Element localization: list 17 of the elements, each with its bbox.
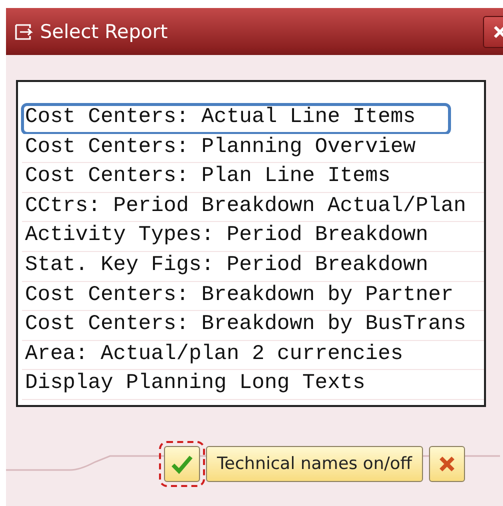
report-icon (14, 22, 34, 40)
report-item[interactable]: Display Planning Long Texts (22, 370, 484, 400)
report-item[interactable]: Cost Centers: Plan Line Items (22, 163, 484, 193)
close-icon (493, 24, 503, 38)
report-item[interactable]: Stat. Key Figs: Period Breakdown (22, 252, 484, 282)
cancel-icon (438, 455, 456, 473)
window-title: Select Report (40, 20, 168, 42)
report-item[interactable]: Cost Centers: Breakdown by BusTrans (22, 311, 484, 341)
report-item[interactable]: Cost Centers: Breakdown by Partner (22, 282, 484, 312)
report-item[interactable]: Activity Types: Period Breakdown (22, 222, 484, 252)
report-item[interactable]: Area: Actual/plan 2 currencies (22, 340, 484, 370)
report-item[interactable]: CCtrs: Period Breakdown Actual/Plan (22, 192, 484, 222)
cancel-button[interactable] (428, 446, 465, 482)
checkmark-icon (171, 454, 193, 474)
technical-names-button[interactable]: Technical names on/off (206, 446, 423, 482)
report-item[interactable]: Cost Centers: Actual Line Items (22, 104, 450, 134)
report-item[interactable]: Cost Centers: Planning Overview (22, 134, 484, 164)
